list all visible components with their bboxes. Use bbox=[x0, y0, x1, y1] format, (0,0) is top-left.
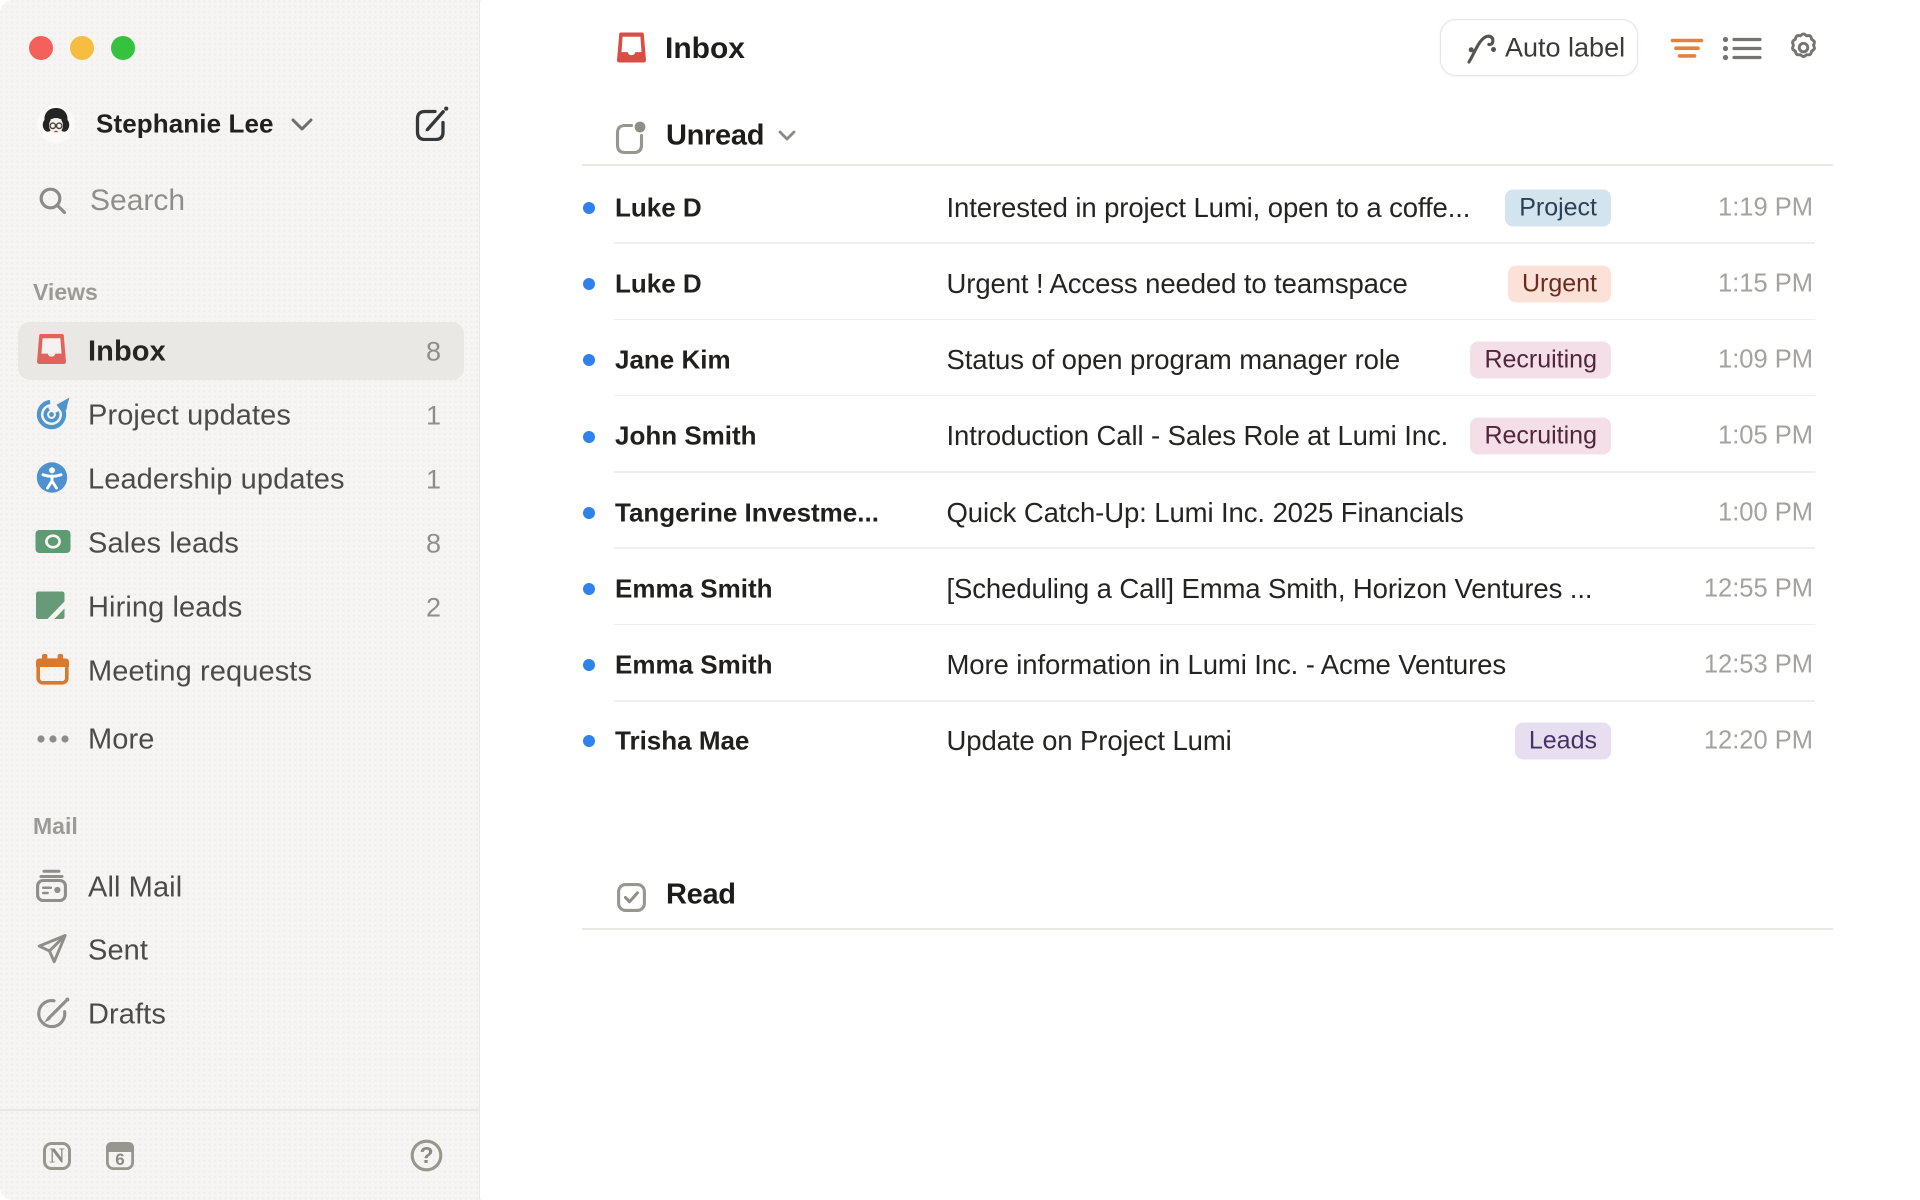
svg-text:?: ? bbox=[419, 1142, 433, 1168]
svg-text:6: 6 bbox=[115, 1150, 124, 1169]
svg-text:N: N bbox=[49, 1144, 64, 1168]
